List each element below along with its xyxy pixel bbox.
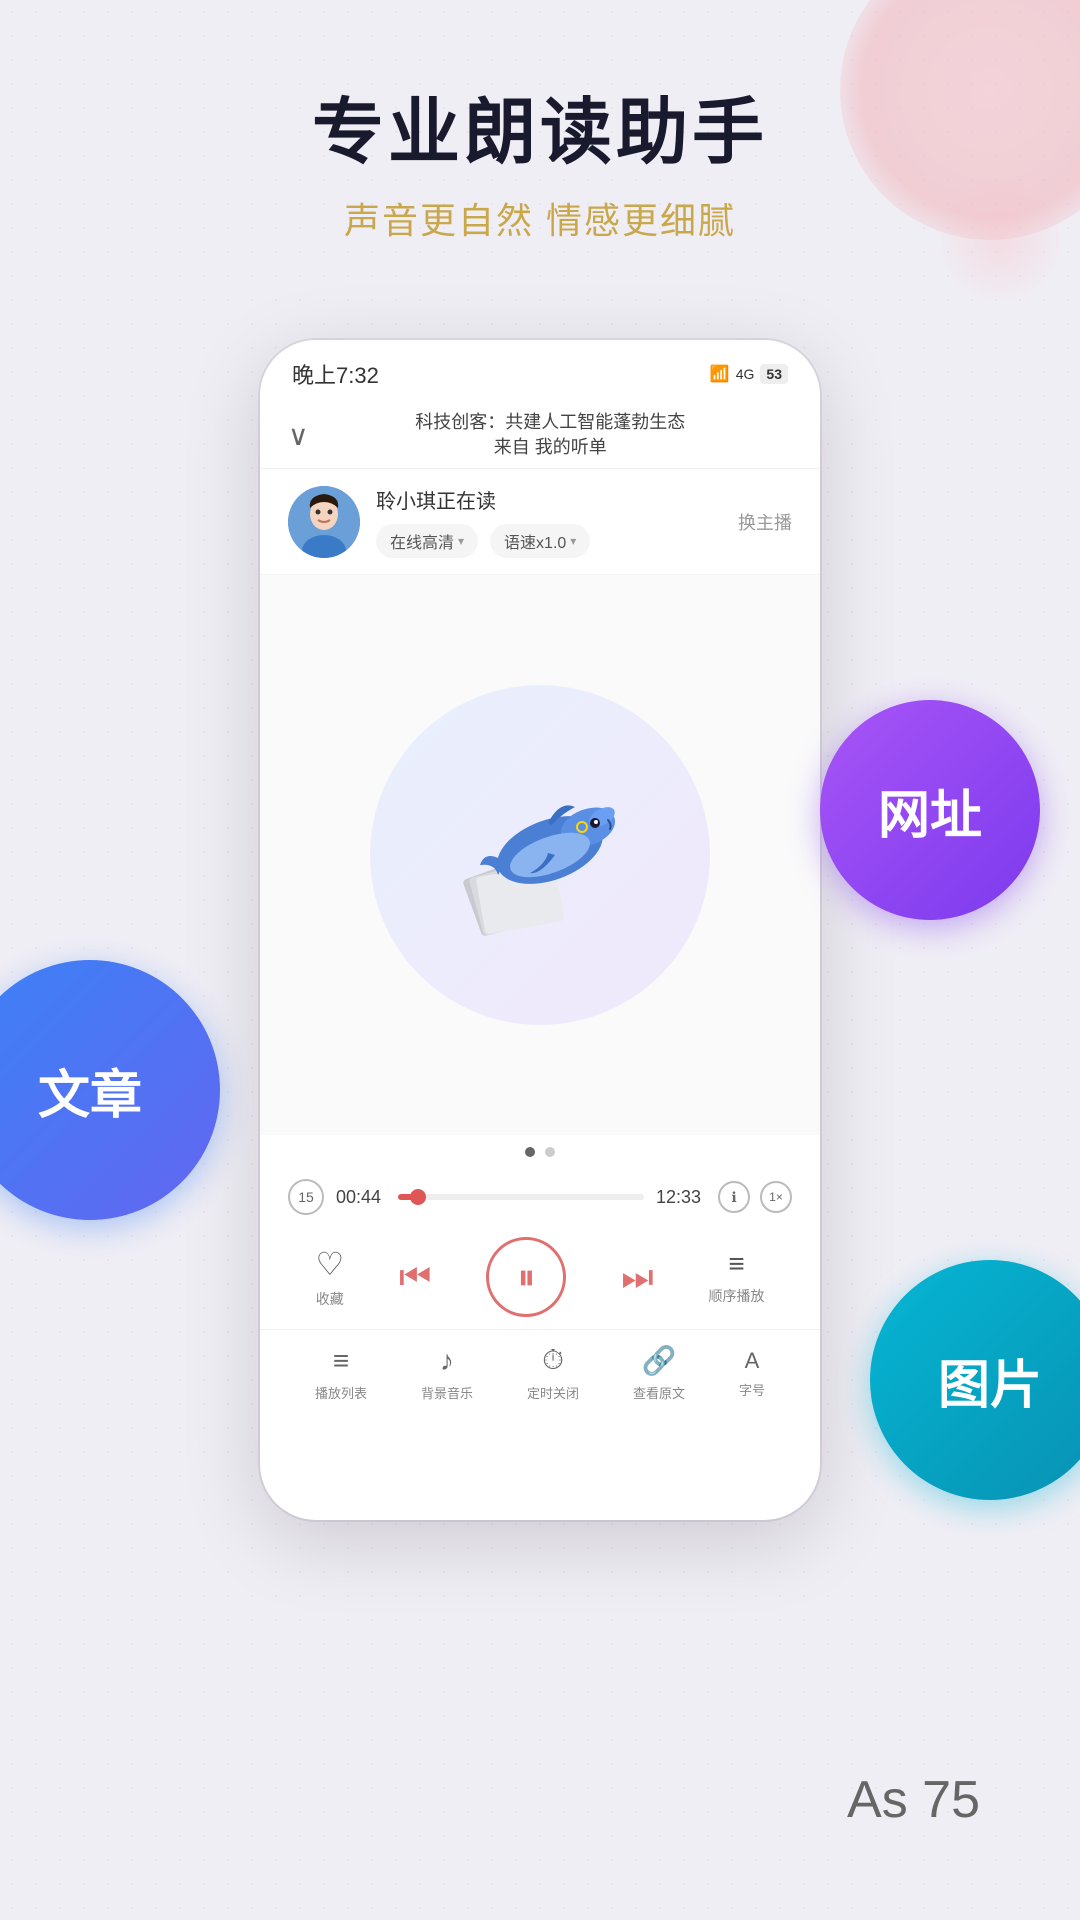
signal-icon-2: 4G	[736, 366, 755, 382]
info-button[interactable]: ℹ	[718, 1181, 750, 1213]
website-label: 网址	[878, 773, 982, 848]
dot-2	[545, 1147, 555, 1157]
timer-icon: ⏱	[542, 1344, 564, 1377]
dolphin-illustration	[440, 755, 640, 955]
next-button[interactable]: ⏭	[621, 1256, 653, 1299]
change-host-button[interactable]: 换主播	[738, 509, 792, 535]
page-indicator	[260, 1135, 820, 1169]
status-bar: 晚上7:32 📶 4G 53	[260, 340, 820, 400]
nav-back-button[interactable]: ∨	[288, 419, 309, 452]
playlist-tool-button[interactable]: ≡ 播放列表	[315, 1345, 367, 1402]
quality-arrow: ▾	[458, 534, 464, 548]
progress-section: 15 00:44 12:33 ℹ 1×	[260, 1169, 820, 1221]
speed-button[interactable]: 1×	[760, 1181, 792, 1213]
as75-text: As 75	[847, 1770, 980, 1830]
current-time: 00:44	[336, 1187, 386, 1208]
article-label: 文章	[38, 1053, 142, 1128]
avatar	[288, 486, 360, 558]
nav-title: 科技创客：共建人工智能蓬勃生态 来自 我的听单	[309, 410, 793, 460]
reader-section: 聆小琪正在读 在线高清 ▾ 语速x1.0 ▾ 换主播	[260, 469, 820, 575]
status-icons: 📶 4G 53	[710, 364, 788, 384]
heart-icon: ♡	[315, 1245, 344, 1283]
sleep-timer-icon[interactable]: 15	[288, 1179, 324, 1215]
nav-bar: ∨ 科技创客：共建人工智能蓬勃生态 来自 我的听单	[260, 400, 820, 469]
pause-icon: ⏸	[517, 1256, 535, 1299]
reader-name: 聆小琪正在读	[376, 485, 738, 514]
collect-button[interactable]: ♡ 收藏	[315, 1245, 344, 1309]
play-pause-button[interactable]: ⏸	[486, 1237, 566, 1317]
page-subtitle: 声音更自然 情感更细腻	[0, 192, 1080, 244]
signal-icon-1: 📶	[710, 364, 730, 384]
website-float-button[interactable]: 网址	[820, 700, 1040, 920]
bottom-toolbar: ≡ 播放列表 ♪ 背景音乐 ⏱ 定时关闭 🔗 查看原文 A 字号	[260, 1329, 820, 1420]
prev-button[interactable]: ⏮	[399, 1256, 431, 1299]
page-title: 专业朗读助手	[0, 90, 1080, 176]
playlist-tool-icon: ≡	[333, 1345, 349, 1377]
reader-info: 聆小琪正在读 在线高清 ▾ 语速x1.0 ▾	[376, 485, 738, 558]
image-float-button[interactable]: 图片	[870, 1260, 1080, 1500]
header: 专业朗读助手 声音更自然 情感更细腻	[0, 0, 1080, 244]
battery-icon: 53	[760, 364, 788, 384]
music-icon: ♪	[440, 1345, 454, 1377]
reader-controls: 在线高清 ▾ 语速x1.0 ▾	[376, 524, 738, 558]
fontsize-icon: A	[745, 1348, 760, 1374]
timer-button[interactable]: ⏱ 定时关闭	[527, 1344, 579, 1402]
content-area	[260, 575, 820, 1135]
skip-back-icon: ⏮	[399, 1256, 431, 1297]
progress-fill	[398, 1194, 418, 1200]
album-art	[370, 685, 710, 1025]
quality-badge[interactable]: 在线高清 ▾	[376, 524, 478, 558]
speed-badge[interactable]: 语速x1.0 ▾	[490, 524, 590, 558]
link-icon: 🔗	[642, 1344, 677, 1377]
phone-mockup: 晚上7:32 📶 4G 53 ∨ 科技创客：共建人工智能蓬勃生态 来自 我的听单	[260, 340, 820, 1520]
dot-1	[525, 1147, 535, 1157]
status-time: 晚上7:32	[292, 358, 379, 390]
view-original-button[interactable]: 🔗 查看原文	[633, 1344, 685, 1402]
progress-thumb	[410, 1189, 426, 1205]
playback-controls: ♡ 收藏 ⏮ ⏸ ⏭ ≡ 顺序播放	[260, 1221, 820, 1329]
article-float-button[interactable]: 文章	[0, 960, 220, 1220]
skip-forward-icon: ⏭	[621, 1256, 653, 1297]
playlist-button[interactable]: ≡ 顺序播放	[709, 1248, 765, 1306]
extra-icons: ℹ 1×	[718, 1181, 792, 1213]
speed-arrow: ▾	[570, 534, 576, 548]
total-time: 12:33	[656, 1187, 706, 1208]
font-size-button[interactable]: A 字号	[739, 1348, 765, 1399]
progress-bar[interactable]	[398, 1194, 644, 1200]
bgmusic-button[interactable]: ♪ 背景音乐	[421, 1345, 473, 1402]
playlist-icon: ≡	[728, 1248, 744, 1280]
image-label: 图片	[938, 1343, 1042, 1418]
